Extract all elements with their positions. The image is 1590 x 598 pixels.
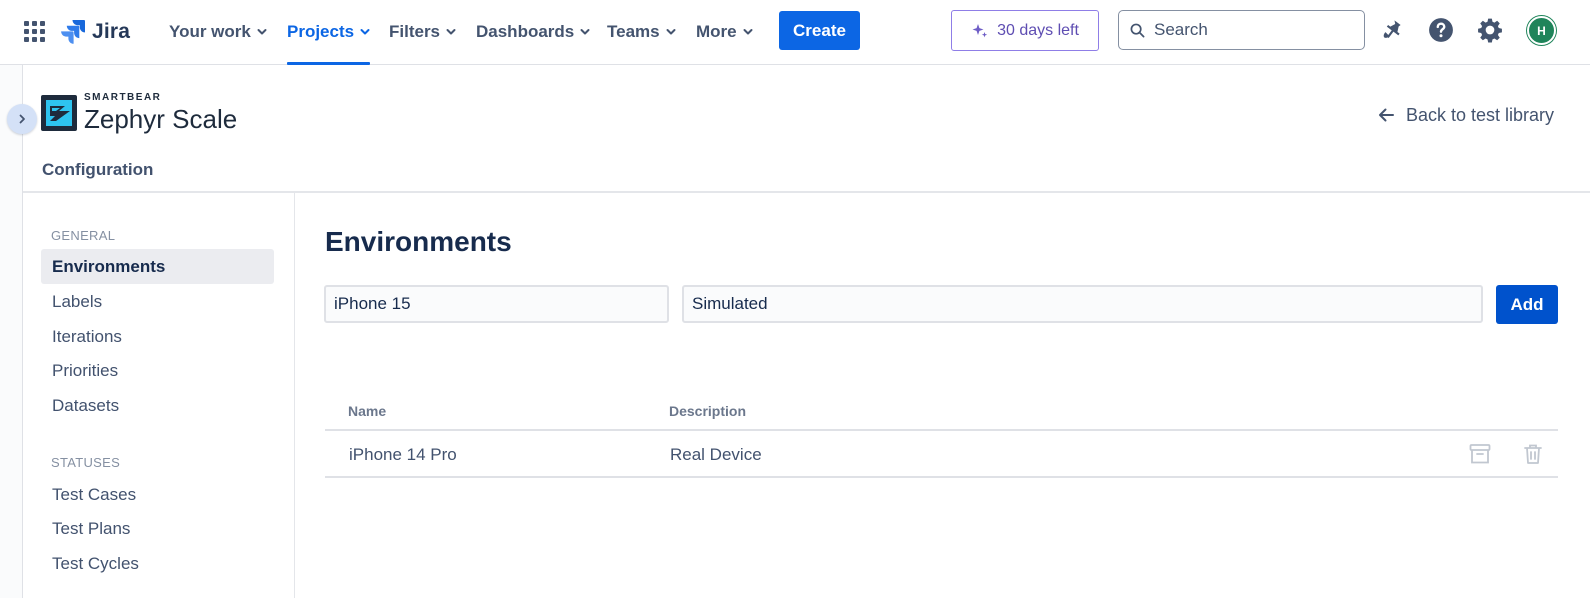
trial-days-label: 30 days left bbox=[997, 21, 1079, 39]
help-icon bbox=[1429, 18, 1453, 42]
configuration-sidebar: GENERAL Environments Labels Iterations P… bbox=[23, 193, 295, 598]
sidebar-item-label: Priorities bbox=[52, 360, 119, 380]
chevron-down-icon bbox=[666, 29, 676, 35]
add-environment-button[interactable]: Add bbox=[1496, 285, 1558, 324]
jira-logo-icon bbox=[61, 20, 85, 44]
top-navigation: Jira Your work Projects Filters Dashboar… bbox=[0, 0, 1590, 65]
sidebar-item-environments[interactable]: Environments bbox=[41, 249, 274, 284]
nav-teams-label: Teams bbox=[607, 22, 660, 41]
left-rail bbox=[0, 65, 23, 598]
sidebar-item-label: Datasets bbox=[52, 395, 120, 415]
sidebar-item-label: Test Cycles bbox=[52, 553, 139, 573]
arrow-left-icon bbox=[1379, 108, 1394, 122]
trash-icon[interactable] bbox=[1521, 442, 1545, 466]
nav-filters-label: Filters bbox=[389, 22, 441, 41]
section-label-general: GENERAL bbox=[51, 228, 116, 243]
section-label-statuses: STATUSES bbox=[51, 455, 121, 470]
chevron-right-icon bbox=[19, 114, 25, 124]
back-link-label: Back to test library bbox=[1406, 104, 1555, 125]
expand-sidebar-button[interactable] bbox=[7, 104, 37, 134]
trial-days-button[interactable]: 30 days left bbox=[951, 10, 1099, 51]
jira-home-link[interactable]: Jira bbox=[60, 17, 130, 47]
help-button[interactable] bbox=[1425, 14, 1457, 46]
search-box[interactable] bbox=[1118, 10, 1365, 50]
environments-table: Name Description iPhone 14 Pro Real Devi… bbox=[325, 395, 1558, 478]
sparkle-icon bbox=[972, 23, 988, 37]
sidebar-item-label: Labels bbox=[52, 291, 103, 311]
chevron-down-icon bbox=[257, 29, 267, 35]
nav-dashboards-label: Dashboards bbox=[476, 22, 575, 41]
archive-icon[interactable] bbox=[1468, 442, 1492, 466]
zephyr-scale-logo: SMARTBEAR Zephyr Scale bbox=[41, 93, 237, 132]
app-switcher-icon[interactable] bbox=[24, 21, 45, 42]
environment-description-input[interactable] bbox=[682, 285, 1483, 323]
nav-your-work-label: Your work bbox=[169, 22, 251, 41]
environment-description-cell: Real Device bbox=[670, 445, 762, 464]
sidebar-item-test-cases[interactable]: Test Cases bbox=[41, 477, 274, 512]
sidebar-item-test-cycles[interactable]: Test Cycles bbox=[41, 546, 274, 581]
environment-name-input[interactable] bbox=[324, 285, 669, 323]
sidebar-item-iterations[interactable]: Iterations bbox=[41, 319, 274, 354]
nav-dashboards[interactable]: Dashboards bbox=[476, 0, 590, 64]
notifications-button[interactable] bbox=[1376, 14, 1408, 46]
sidebar-item-label: Iterations bbox=[52, 326, 122, 346]
smartbear-label: SMARTBEAR bbox=[84, 92, 162, 103]
search-icon bbox=[1130, 23, 1145, 37]
sidebar-item-priorities[interactable]: Priorities bbox=[41, 353, 274, 388]
nav-more-label: More bbox=[696, 22, 737, 41]
sidebar-item-labels[interactable]: Labels bbox=[41, 284, 274, 319]
page-title: Configuration bbox=[42, 160, 154, 179]
notification-icon bbox=[1383, 20, 1401, 39]
table-header: Name Description bbox=[325, 395, 1558, 431]
sidebar-item-label: Environments bbox=[52, 256, 166, 276]
environment-name-cell: iPhone 14 Pro bbox=[349, 445, 457, 464]
product-name: Zephyr Scale bbox=[84, 104, 238, 134]
jira-wordmark: Jira bbox=[92, 20, 131, 43]
sidebar-item-label: Test Cases bbox=[52, 484, 137, 504]
nav-your-work[interactable]: Your work bbox=[169, 0, 267, 64]
settings-icon bbox=[1478, 18, 1502, 43]
column-header-description[interactable]: Description bbox=[669, 403, 746, 419]
chevron-down-icon bbox=[446, 29, 456, 35]
nav-filters[interactable]: Filters bbox=[389, 0, 456, 64]
create-button[interactable]: Create bbox=[779, 11, 860, 50]
table-row: iPhone 14 Pro Real Device bbox=[325, 431, 1558, 478]
user-avatar[interactable]: H bbox=[1527, 16, 1556, 45]
chevron-down-icon bbox=[743, 29, 753, 35]
zephyr-logo-icon bbox=[41, 94, 77, 131]
nav-teams[interactable]: Teams bbox=[607, 0, 676, 64]
nav-projects[interactable]: Projects bbox=[287, 0, 371, 65]
nav-projects-label: Projects bbox=[287, 22, 355, 41]
settings-button[interactable] bbox=[1474, 14, 1506, 46]
nav-more[interactable]: More bbox=[696, 0, 753, 64]
sidebar-item-test-plans[interactable]: Test Plans bbox=[41, 511, 274, 546]
chevron-down-icon bbox=[360, 29, 370, 35]
environments-heading: Environments bbox=[325, 226, 512, 257]
chevron-down-icon bbox=[580, 29, 590, 35]
search-input[interactable] bbox=[1154, 20, 1344, 40]
back-to-test-library-link[interactable]: Back to test library bbox=[1376, 102, 1554, 128]
column-header-name[interactable]: Name bbox=[348, 403, 386, 419]
sidebar-item-label: Test Plans bbox=[52, 518, 131, 538]
sidebar-item-datasets[interactable]: Datasets bbox=[41, 388, 274, 423]
